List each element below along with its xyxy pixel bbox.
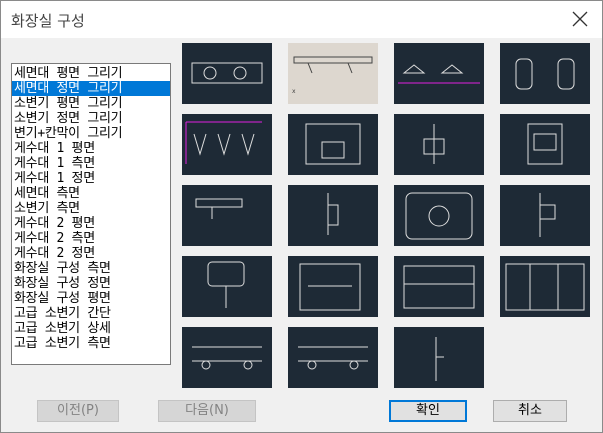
thumbnail-sink2-front[interactable] — [182, 256, 272, 317]
thumbnail-premium-urinal-simple[interactable] — [182, 327, 272, 388]
thumbnail-toilet-partition[interactable] — [182, 114, 272, 175]
thumbnail-urinal-front[interactable] — [500, 43, 590, 104]
thumbnail-sink1-plan[interactable] — [288, 114, 378, 175]
list-item[interactable]: 게수대 2 정면 — [12, 246, 170, 261]
list-item[interactable]: 게수대 2 평면 — [12, 216, 170, 231]
thumbnail-sink1-side[interactable] — [394, 114, 484, 175]
thumbnail-sink2-side[interactable] — [500, 185, 590, 246]
thumbnail-restroom-plan[interactable] — [500, 256, 590, 317]
list-item[interactable]: 고급 소변기 상세 — [12, 321, 170, 336]
thumbnail-premium-urinal-detail[interactable] — [288, 327, 378, 388]
next-button[interactable]: 다음(N) — [158, 400, 256, 422]
thumbnail-restroom-side[interactable] — [288, 256, 378, 317]
list-item[interactable]: 게수대 2 측면 — [12, 231, 170, 246]
title-bar: 화장실 구성 — [1, 1, 602, 38]
list-item[interactable]: 소변기 정면 그리기 — [12, 111, 170, 126]
thumbnail-sink1-front[interactable] — [500, 114, 590, 175]
dialog-window: 화장실 구성 세면대 평면 그리기 세면대 정면 그리기 소변기 평면 그리기 소변기… — [0, 0, 603, 433]
list-item[interactable]: 게수대 1 평면 — [12, 141, 170, 156]
ok-button[interactable]: 확인 — [389, 400, 467, 422]
thumbnail-lavatory-plan[interactable] — [182, 43, 272, 104]
list-item[interactable]: 게수대 1 측면 — [12, 156, 170, 171]
list-item[interactable]: 세면대 평면 그리기 — [12, 66, 170, 81]
list-item[interactable]: 게수대 1 정면 — [12, 171, 170, 186]
cancel-button[interactable]: 취소 — [493, 400, 567, 422]
thumbnail-lavatory-front[interactable]: x — [288, 43, 378, 104]
thumbnail-restroom-front[interactable] — [394, 256, 484, 317]
list-item[interactable]: 소변기 측면 — [12, 201, 170, 216]
item-list[interactable]: 세면대 평면 그리기 세면대 정면 그리기 소변기 평면 그리기 소변기 정면 그리기… — [11, 63, 171, 365]
prev-button[interactable]: 이전(P) — [37, 400, 119, 422]
list-item[interactable]: 세면대 측면 — [12, 186, 170, 201]
list-item[interactable]: 화장실 구성 측면 — [12, 261, 170, 276]
list-item[interactable]: 고급 소변기 측면 — [12, 336, 170, 351]
list-item[interactable]: 고급 소변기 간단 — [12, 306, 170, 321]
thumbnail-sink2-plan[interactable] — [394, 185, 484, 246]
list-item[interactable]: 소변기 평면 그리기 — [12, 96, 170, 111]
list-item[interactable]: 화장실 구성 정면 — [12, 276, 170, 291]
close-button[interactable] — [568, 7, 592, 31]
thumbnail-lavatory-side[interactable] — [182, 185, 272, 246]
thumbnail-premium-urinal-side[interactable] — [394, 327, 484, 388]
thumbnail-urinal-plan[interactable] — [394, 43, 484, 104]
list-item[interactable]: 세면대 정면 그리기 — [12, 81, 170, 96]
list-item[interactable]: 변기+칸막이 그리기 — [12, 126, 170, 141]
close-icon — [572, 11, 588, 27]
svg-text:x: x — [292, 88, 296, 95]
thumbnail-urinal-side[interactable] — [288, 185, 378, 246]
dialog-title: 화장실 구성 — [11, 12, 85, 30]
list-item[interactable]: 화장실 구성 평면 — [12, 291, 170, 306]
